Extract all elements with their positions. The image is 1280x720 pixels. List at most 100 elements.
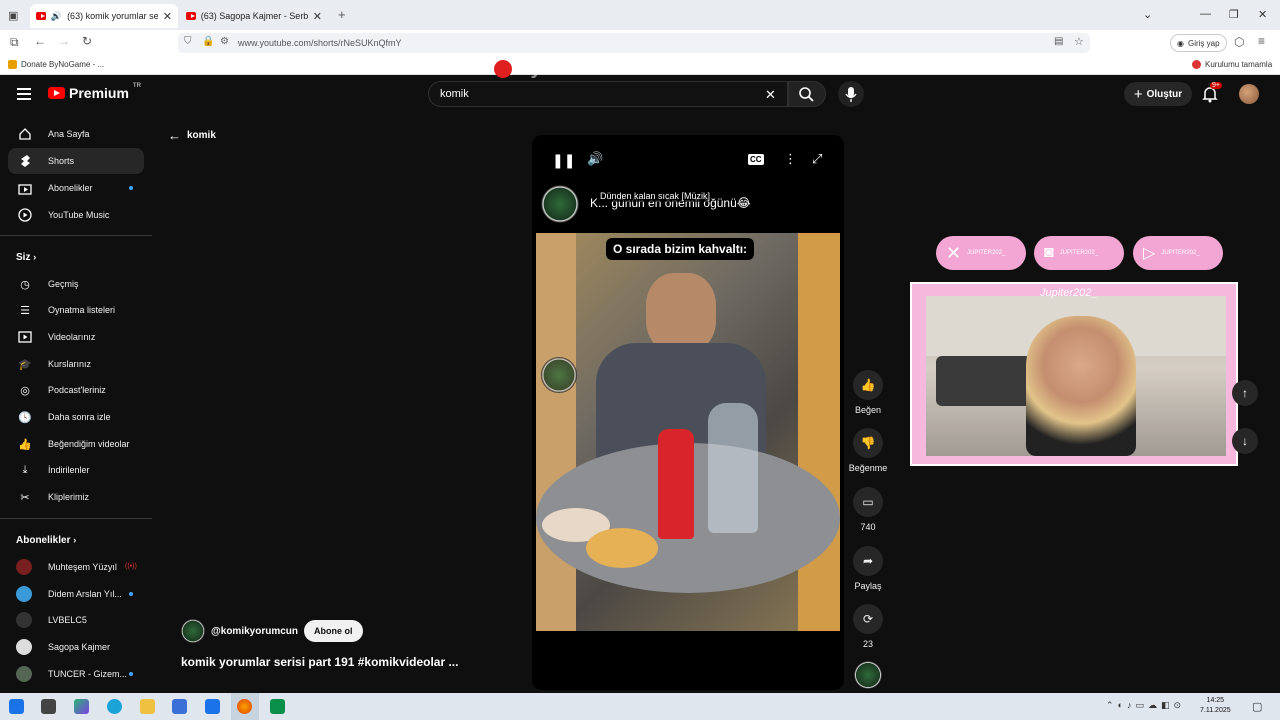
tab-list-chevron-icon[interactable]: ⌄: [1143, 8, 1152, 21]
tab-overview-icon[interactable]: ▣: [8, 9, 18, 22]
sidebar-sub-muhtesem-yuzyil[interactable]: Muhteşem Yüzyıl ((•)): [8, 554, 144, 580]
search-button[interactable]: [788, 81, 826, 107]
windows-taskbar: ⌃◐♪▭☁◧⊙ 14:25 7.11.2025 ▢: [0, 693, 1280, 720]
sidebar-sub-lvbelc5[interactable]: LVBELC5: [8, 607, 144, 633]
bookmark-setup[interactable]: Kurulumu tamamla: [1192, 60, 1272, 69]
store-icon[interactable]: [172, 699, 187, 714]
channel-handle[interactable]: @komikyorumcun: [211, 626, 298, 637]
permissions-icon[interactable]: ⚙: [220, 36, 229, 47]
channel-logo-badge[interactable]: [541, 185, 579, 223]
system-tray-icons[interactable]: ⌃◐♪▭☁◧⊙: [1106, 700, 1185, 711]
notifications-button[interactable]: 9+: [1202, 82, 1222, 108]
sidebar-sub-tuncer[interactable]: TUNCER - Gizem...: [8, 661, 144, 687]
sidebar-item-home[interactable]: Ana Sayfa: [8, 121, 144, 147]
sidebar-sub-didem-arslan[interactable]: Didem Arslan Yıl...: [8, 581, 144, 607]
sidebar-item-liked-videos[interactable]: 👍 Beğendiğim videolar: [8, 431, 144, 457]
reload-icon[interactable]: ↻: [82, 34, 92, 48]
close-tab-icon[interactable]: ✕: [313, 10, 322, 23]
short-title[interactable]: komik yorumlar serisi part 191 #komikvid…: [181, 655, 458, 669]
shield-icon[interactable]: ⛉: [184, 36, 192, 47]
extensions-icon[interactable]: ⬡: [1234, 35, 1244, 49]
task-view-icon[interactable]: [41, 699, 56, 714]
remix-button[interactable]: ⟳ 23: [852, 604, 884, 649]
menu-icon[interactable]: ≡: [1258, 34, 1265, 48]
start-icon[interactable]: [9, 699, 24, 714]
speaker-icon[interactable]: 🔊: [51, 11, 62, 22]
wall-left: [536, 233, 576, 631]
forward-arrow-icon[interactable]: →: [58, 34, 70, 48]
fullscreen-icon[interactable]: ⤢: [812, 151, 822, 167]
notification-badge: 9+: [1210, 82, 1222, 89]
close-tab-icon[interactable]: ✕: [163, 10, 172, 23]
menu-hamburger-icon[interactable]: [17, 88, 31, 100]
app-icon[interactable]: [270, 699, 285, 714]
reader-view-icon[interactable]: ▤: [1054, 36, 1063, 47]
back-arrow-icon[interactable]: ←: [34, 34, 46, 48]
captions-icon[interactable]: CC: [748, 154, 764, 165]
avatar[interactable]: [1239, 84, 1259, 104]
sidebar-item-clips[interactable]: ✂ Kliplerimiz: [8, 484, 144, 510]
sidebar-subscriptions-heading[interactable]: Abonelikler ›: [16, 535, 76, 546]
subscribe-button[interactable]: Abone ol: [304, 620, 363, 642]
share-icon: ➦: [853, 546, 883, 576]
notifications-center-icon[interactable]: ▢: [1252, 700, 1262, 713]
channel-avatar: [16, 666, 32, 682]
previous-short-button[interactable]: ↑: [1232, 380, 1258, 406]
restore-icon[interactable]: ❐: [1229, 8, 1239, 21]
tab-sagopa-kajmer[interactable]: (63) Sagopa Kajmer - Serbest (C ✕: [180, 4, 328, 28]
sidebar-item-courses[interactable]: 🎓 Kurslarınız: [8, 351, 144, 377]
voice-search-button[interactable]: [838, 81, 864, 107]
play-icon: ▷: [1143, 245, 1156, 262]
bookmark-bynogame[interactable]: Donate ByNoGame - ...: [8, 60, 104, 69]
sidebar-item-subscriptions[interactable]: Abonelikler: [8, 175, 144, 201]
channel-avatar[interactable]: [181, 619, 205, 643]
more-options-icon[interactable]: ⋮: [784, 151, 797, 167]
clear-search-icon[interactable]: ✕: [765, 87, 776, 103]
back-to-search-button[interactable]: ← komik: [168, 128, 216, 143]
minimize-icon[interactable]: —: [1200, 8, 1211, 20]
next-short-button[interactable]: ↓: [1232, 428, 1258, 454]
account-icon: ◉: [1177, 38, 1184, 48]
new-tab-icon[interactable]: +: [338, 7, 346, 22]
bookmark-right-label: Kurulumu tamamla: [1205, 60, 1273, 69]
sidebar-sub-sagopa-kajmer[interactable]: Sagopa Kajmer: [8, 634, 144, 660]
instagram-icon: ◙: [1044, 244, 1054, 261]
youtube-premium-logo[interactable]: Premium TR: [48, 83, 141, 101]
create-button[interactable]: + Oluştur: [1124, 82, 1192, 106]
search-input[interactable]: komik ✕: [428, 81, 788, 107]
sound-channel-avatar[interactable]: [854, 661, 882, 689]
sidebar-item-playlists[interactable]: ☰ Oynatma listeleri: [8, 297, 144, 323]
sidebar-item-shorts[interactable]: Shorts: [8, 148, 144, 174]
copilot-icon[interactable]: [74, 699, 89, 714]
video-frame[interactable]: [536, 233, 840, 631]
sidebar-item-history[interactable]: ◷ Geçmiş: [8, 271, 144, 297]
sidebar-item-downloads[interactable]: ⤓ İndirilenler: [8, 457, 144, 483]
tab-komik-yorumlar[interactable]: 🔊 (63) komik yorumlar serisi p ✕: [30, 4, 178, 28]
comments-button[interactable]: ▭ 740: [852, 487, 884, 532]
dislike-button[interactable]: 👎 Beğenme: [848, 428, 888, 473]
file-explorer-icon[interactable]: [140, 699, 155, 714]
close-window-icon[interactable]: ✕: [1258, 8, 1267, 21]
pause-icon[interactable]: ❚❚: [552, 152, 575, 169]
plate-fries: [586, 528, 658, 568]
sidebar-you-heading[interactable]: Siz ›: [16, 252, 36, 263]
arrow-down-icon: ↓: [1242, 434, 1248, 448]
sidebar-item-your-videos[interactable]: Videolarınız: [8, 324, 144, 350]
outlook-icon[interactable]: [205, 699, 220, 714]
bookmark-star-icon[interactable]: ☆: [1074, 35, 1084, 48]
edge-icon[interactable]: [107, 699, 122, 714]
sidebar-item-podcasts[interactable]: ◎ Podcast'leriniz: [8, 377, 144, 403]
signin-button[interactable]: ◉ Giriş yap: [1170, 34, 1227, 52]
sidebar: Ana Sayfa Shorts Abonelikler YouTube Mus…: [0, 115, 155, 693]
url-field[interactable]: ⛉ 🔒 ⚙ www.youtube.com/shorts/rNeSUKnQfmY…: [178, 33, 1090, 53]
sidebar-item-watch-later[interactable]: 🕓 Daha sonra izle: [8, 404, 144, 430]
firefox-icon[interactable]: [237, 699, 252, 714]
sidebar-item-youtube-music[interactable]: YouTube Music: [8, 202, 144, 228]
like-button[interactable]: 👍 Beğen: [852, 370, 884, 415]
taskbar-clock[interactable]: 14:25 7.11.2025: [1200, 696, 1231, 716]
share-button[interactable]: ➦ Paylaş: [852, 546, 884, 591]
video-watermark-logo: [541, 357, 577, 393]
lock-icon[interactable]: 🔒: [202, 36, 214, 47]
collections-icon[interactable]: ⧉: [10, 35, 19, 50]
volume-icon[interactable]: 🔊: [587, 151, 603, 167]
